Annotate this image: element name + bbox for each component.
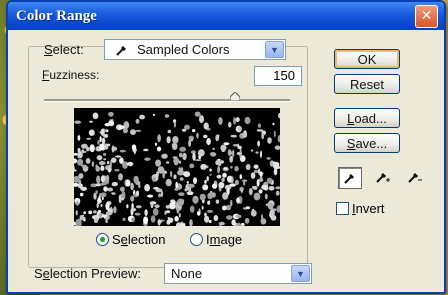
invert-checkbox[interactable]: Invert (336, 201, 385, 216)
save-button[interactable]: Save... (334, 133, 400, 153)
eyedropper-icon (115, 43, 129, 57)
select-dropdown[interactable]: Sampled Colors ▼ (104, 39, 286, 60)
selection-preview-image (74, 108, 280, 226)
fuzziness-slider-track[interactable] (44, 99, 290, 102)
close-icon: ✕ (420, 8, 433, 24)
select-value: Sampled Colors (137, 42, 230, 57)
radio-selection-label: Selection (112, 232, 166, 247)
radio-selection-dot[interactable] (96, 233, 109, 246)
fuzziness-input[interactable]: 150 (254, 66, 302, 86)
radio-selection[interactable]: Selection (96, 232, 165, 247)
fuzziness-slider-thumb[interactable] (230, 92, 240, 101)
selection-preview-label: Selection Preview: (34, 266, 141, 281)
eyedropper-minus-icon (408, 173, 422, 183)
select-label: Select: (44, 42, 84, 57)
selection-preview-value: None (171, 266, 203, 281)
eyedropper-icon (344, 174, 354, 184)
title-bar[interactable]: Color Range ✕ (8, 2, 444, 30)
ok-button[interactable]: OK (334, 49, 400, 69)
radio-image-dot[interactable] (190, 233, 203, 246)
radio-image-label: Image (206, 232, 243, 247)
radio-image[interactable]: Image (190, 232, 242, 247)
reset-button[interactable]: Reset (334, 74, 400, 94)
invert-label: Invert (352, 201, 385, 216)
chevron-down-icon[interactable]: ▼ (291, 265, 310, 282)
invert-checkbox-box[interactable] (336, 202, 349, 215)
eyedropper-tool-button[interactable] (338, 167, 362, 189)
load-button[interactable]: Load... (334, 108, 400, 128)
dialog-title: Color Range (16, 7, 97, 24)
eyedropper-minus-button[interactable] (404, 167, 426, 187)
fuzziness-label: Fuzziness: (42, 68, 100, 82)
eyedropper-plus-button[interactable] (372, 167, 394, 187)
selection-preview-dropdown[interactable]: None ▼ (164, 263, 312, 284)
color-range-dialog: Color Range ✕ Select: Sampled Colors ▼ F… (6, 0, 446, 294)
chevron-down-icon[interactable]: ▼ (265, 41, 284, 58)
close-button[interactable]: ✕ (415, 4, 438, 28)
eyedropper-plus-icon (376, 173, 390, 183)
